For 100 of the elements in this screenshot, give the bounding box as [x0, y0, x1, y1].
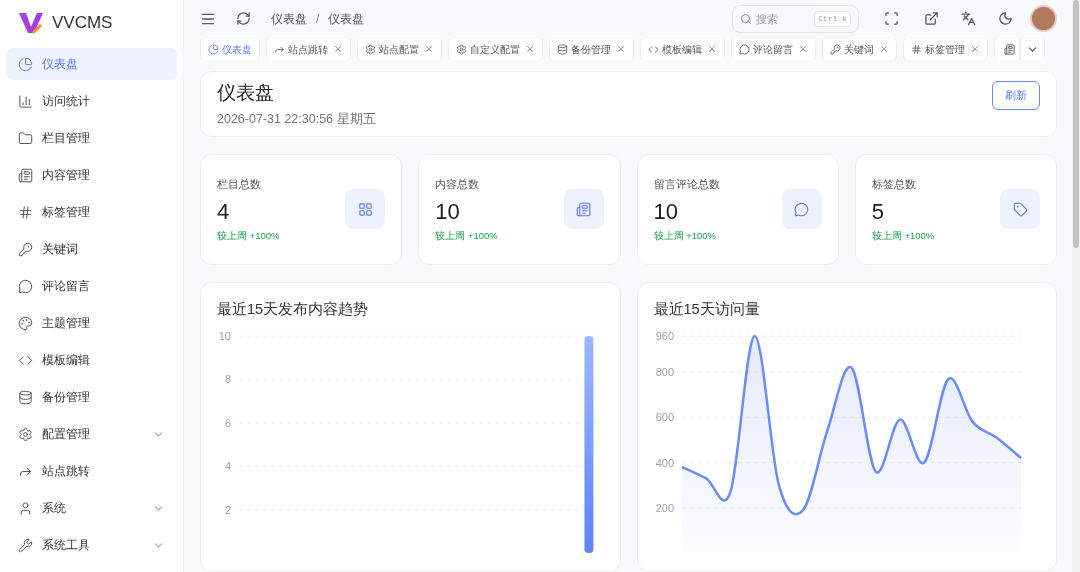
stat-change: 较上周 +100%	[653, 228, 717, 243]
tab[interactable]: 模板编辑	[640, 38, 725, 61]
search-icon	[740, 12, 752, 25]
close-icon[interactable]	[525, 44, 535, 55]
gear-icon	[365, 43, 376, 55]
tab[interactable]: 仪表盘	[200, 38, 260, 61]
tab[interactable]: 关键词	[822, 38, 897, 61]
hash-icon	[911, 43, 922, 55]
folder-icon	[18, 130, 33, 146]
sidebar-item[interactable]: 系统工具	[6, 529, 177, 561]
user-icon	[18, 500, 33, 516]
stat-label: 内容总数	[435, 177, 481, 193]
stat-value: 5	[871, 197, 885, 226]
refresh-button[interactable]: 刷新	[992, 80, 1040, 110]
close-icon[interactable]	[616, 44, 626, 55]
stat-value: 4	[217, 197, 231, 226]
stat-label: 留言评论总数	[653, 177, 720, 193]
breadcrumb-separator: /	[316, 10, 320, 28]
chart-title: 最近15天发布内容趋势	[217, 300, 370, 319]
refresh-icon[interactable]	[236, 11, 251, 27]
stat-change: 较上周 +100%	[435, 228, 498, 243]
sidebar-item[interactable]: 系统	[6, 492, 177, 524]
key-icon	[18, 241, 33, 257]
close-icon[interactable]	[879, 44, 889, 55]
stat-change: 较上周 +100%	[217, 228, 280, 243]
tab[interactable]: 评论留言	[731, 38, 816, 61]
axis-tick-label: 400	[655, 456, 674, 469]
tab[interactable]: 备份管理	[549, 38, 634, 61]
document-icon	[1004, 43, 1015, 55]
stat-value: 10	[435, 197, 461, 226]
tab[interactable]	[994, 38, 1020, 61]
tab[interactable]: 站点跳转	[266, 38, 351, 61]
grid-icon	[345, 189, 386, 230]
close-icon[interactable]	[798, 44, 808, 55]
sidebar-item[interactable]: 模板编辑	[6, 344, 177, 376]
code-icon	[648, 43, 659, 55]
sidebar-item[interactable]: 关键词	[6, 233, 177, 265]
close-icon[interactable]	[424, 44, 434, 55]
sidebar-item[interactable]: 站点跳转	[6, 455, 177, 487]
translate-icon[interactable]	[961, 11, 976, 27]
axis-tick-label: 960	[655, 329, 674, 342]
chat-bubble-icon	[739, 43, 750, 55]
key-icon	[830, 43, 841, 55]
sidebar-item[interactable]: 访问统计	[6, 85, 177, 117]
tab[interactable]: 标签管理	[903, 38, 988, 61]
breadcrumb-item[interactable]: 仪表盘	[271, 9, 307, 28]
axis-tick-label: 600	[655, 411, 674, 424]
pie-chart-icon	[208, 43, 219, 55]
sidebar-item[interactable]: 栏目管理	[6, 122, 177, 154]
sidebar-item[interactable]: 主题管理	[6, 307, 177, 339]
breadcrumb-item: 仪表盘	[328, 10, 365, 28]
document-icon	[563, 189, 604, 230]
shortcut-hint: Ctrl k	[814, 10, 851, 27]
close-icon[interactable]	[970, 44, 980, 55]
fullscreen-icon[interactable]	[884, 11, 899, 27]
page-datetime: 2026-07-31 22:30:56 星期五	[217, 111, 376, 129]
chat-bubble-icon	[18, 278, 33, 294]
tab[interactable]: 自定义配置	[448, 38, 543, 61]
moon-icon[interactable]	[998, 11, 1013, 27]
logo-icon	[18, 11, 44, 35]
wrench-icon	[18, 537, 33, 553]
stat-value: 10	[653, 197, 679, 226]
stat-label: 标签总数	[871, 177, 917, 193]
sidebar-item[interactable]: 内容管理	[6, 159, 177, 191]
tag-icon	[1000, 189, 1040, 230]
sidebar-item[interactable]: 仪表盘	[6, 48, 177, 80]
search-placeholder: 搜索	[756, 11, 779, 27]
avatar[interactable]	[1030, 5, 1057, 33]
chat-bubble-icon	[781, 189, 822, 230]
axis-tick-label: 2	[224, 503, 231, 516]
chart-title: 最近15天访问量	[653, 300, 761, 319]
axis-tick-label: 6	[224, 416, 231, 429]
gear-icon	[18, 426, 33, 442]
document-icon	[18, 167, 33, 183]
brand-name: VVCMS	[52, 12, 113, 35]
database-icon	[557, 43, 568, 55]
tab-menu-button[interactable]	[1020, 38, 1045, 61]
axis-tick-label: 10	[218, 329, 231, 342]
pie-chart-icon	[18, 56, 33, 72]
database-icon	[18, 389, 33, 405]
sidebar-item[interactable]: 配置管理	[6, 418, 177, 450]
axis-tick-label: 8	[224, 373, 231, 386]
sidebar-item[interactable]: 标签管理	[6, 196, 177, 228]
close-icon[interactable]	[333, 44, 343, 55]
stat-label: 栏目总数	[217, 177, 262, 193]
palette-icon	[18, 315, 33, 331]
gear-icon	[456, 43, 467, 55]
axis-tick-label: 800	[655, 365, 674, 378]
bar-chart-icon	[18, 93, 33, 109]
hash-icon	[18, 204, 33, 220]
sidebar-item[interactable]: 备份管理	[6, 381, 177, 413]
axis-tick-label: 200	[655, 501, 674, 514]
close-icon[interactable]	[707, 44, 717, 55]
scrollbar[interactable]	[1072, 0, 1080, 572]
tab[interactable]: 站点配置	[357, 38, 442, 61]
stat-change: 较上周 +100%	[871, 228, 935, 243]
axis-tick-label: 4	[224, 459, 231, 472]
page-title: 仪表盘	[217, 80, 275, 105]
sidebar-item[interactable]: 评论留言	[6, 270, 177, 302]
external-link-icon[interactable]	[924, 11, 939, 27]
